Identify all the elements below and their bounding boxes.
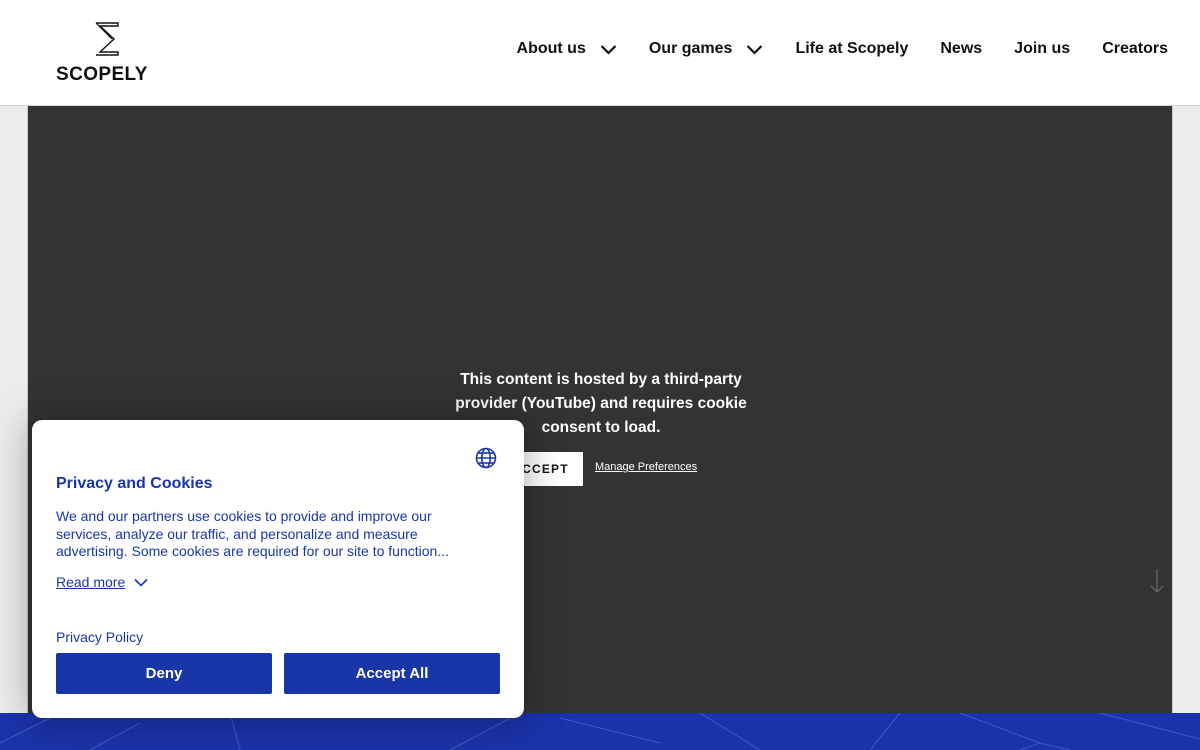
- logo-wordmark: SCOPELY: [56, 64, 148, 85]
- site-header: SCOPELY About us Our games Life at Scope…: [0, 0, 1200, 106]
- main-nav: About us Our games Life at Scopely News …: [485, 40, 1168, 58]
- nav-item-join-us[interactable]: Join us: [1014, 40, 1070, 58]
- nav-label: About us: [516, 40, 586, 57]
- chevron-down-icon: [746, 44, 763, 55]
- nav-label: News: [940, 40, 983, 57]
- accept-all-button[interactable]: Accept All: [284, 653, 500, 694]
- privacy-policy-link[interactable]: Privacy Policy: [56, 629, 143, 645]
- nav-label: Life at Scopely: [795, 40, 909, 57]
- manage-preferences-link[interactable]: Manage Preferences: [595, 461, 697, 473]
- read-more-toggle[interactable]: Read more: [56, 574, 148, 590]
- cookie-dialog-title: Privacy and Cookies: [56, 475, 213, 492]
- nav-label: Creators: [1102, 40, 1168, 57]
- nav-item-our-games[interactable]: Our games: [649, 40, 764, 58]
- footer-pattern-band: [0, 713, 1200, 750]
- nav-item-about-us[interactable]: About us: [517, 40, 617, 58]
- nav-label: Our games: [648, 40, 733, 57]
- read-more-label: Read more: [56, 574, 126, 590]
- deny-button[interactable]: Deny: [56, 653, 272, 694]
- chevron-down-icon: [134, 578, 148, 587]
- arrow-down-icon[interactable]: [1150, 568, 1164, 599]
- scopely-logo-mark-icon: [95, 22, 119, 56]
- nav-label: Join us: [1014, 40, 1071, 57]
- chevron-down-icon: [600, 44, 617, 55]
- cookie-dialog-description: We and our partners use cookies to provi…: [56, 508, 449, 559]
- nav-item-creators[interactable]: Creators: [1102, 40, 1168, 58]
- nav-item-life-at-scopely[interactable]: Life at Scopely: [795, 40, 908, 58]
- nav-item-news[interactable]: News: [940, 40, 982, 58]
- scopely-logo[interactable]: SCOPELY: [56, 22, 166, 85]
- cookie-consent-dialog: Privacy and Cookies We and our partners …: [32, 420, 524, 718]
- globe-icon[interactable]: [474, 446, 498, 475]
- network-lines-pattern: [0, 713, 1200, 750]
